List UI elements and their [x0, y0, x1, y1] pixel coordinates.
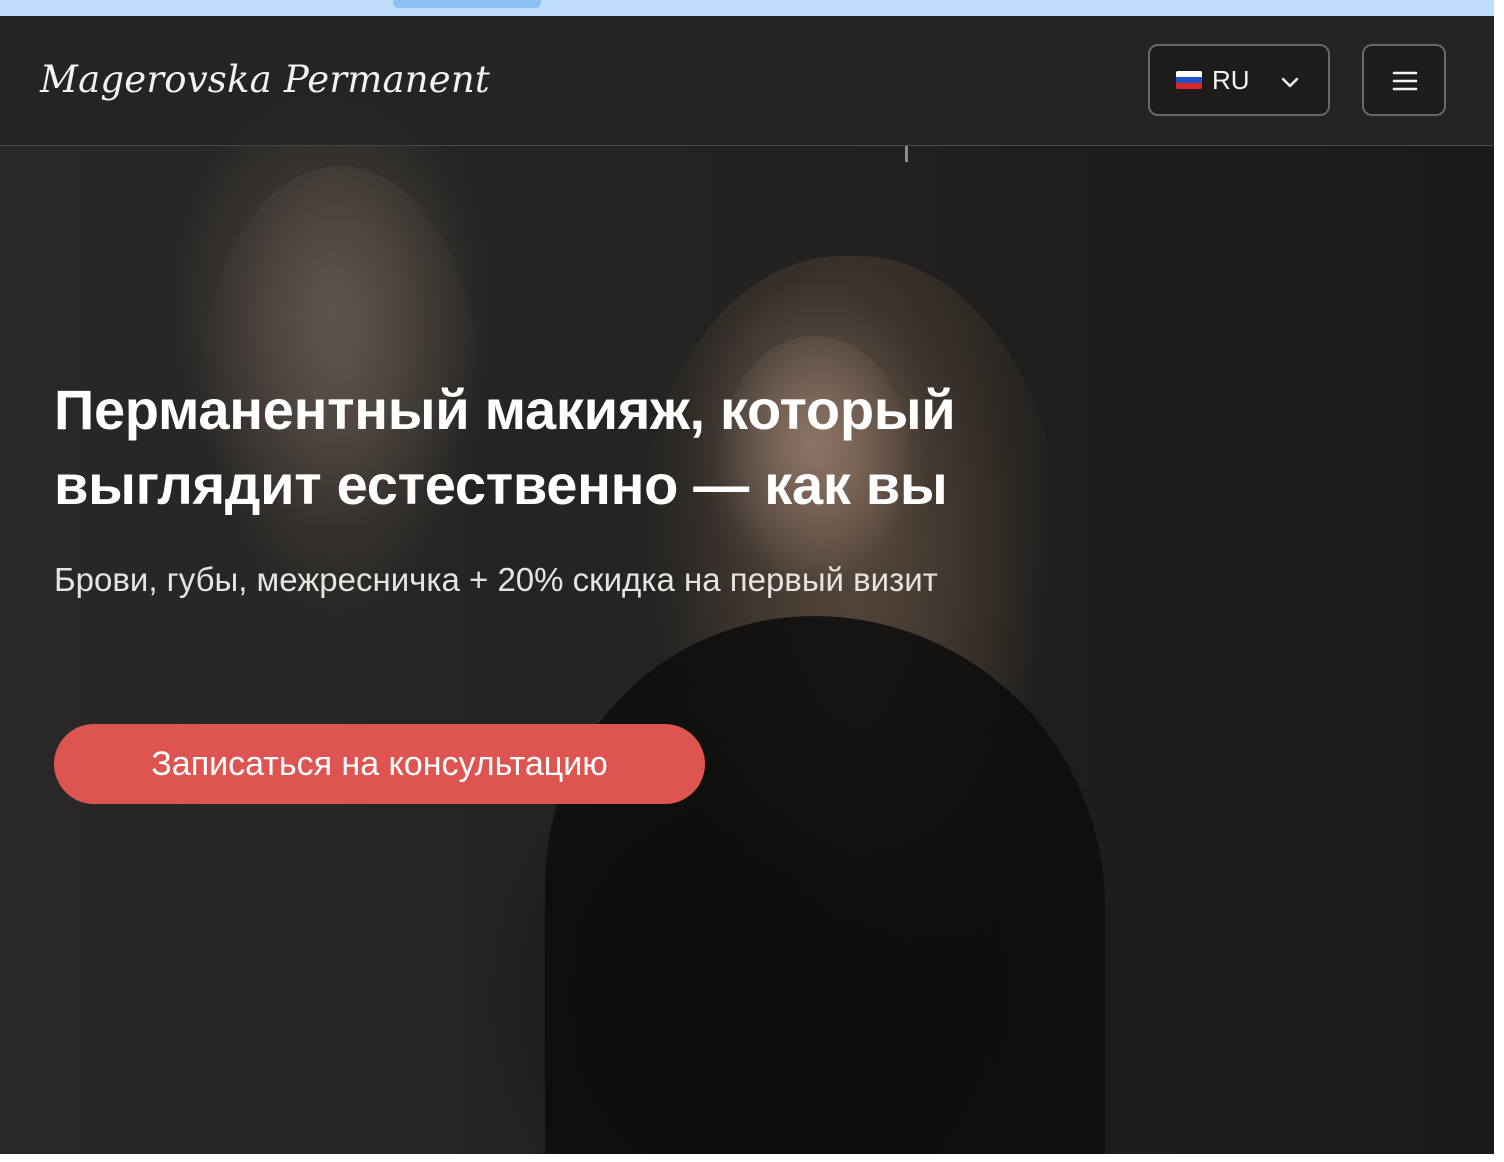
hero-title: Перманентный макияж, который выглядит ес…: [54, 372, 1054, 522]
hero-subtitle: Брови, губы, межресничка + 20% скидка на…: [54, 561, 938, 598]
window-bottom-edge: [0, 1154, 1504, 1162]
hero-background-mark: [905, 144, 908, 162]
chevron-down-icon: [1281, 77, 1299, 88]
menu-button[interactable]: [1362, 44, 1446, 116]
russia-flag-icon: [1176, 71, 1202, 89]
browser-tab-strip: [0, 0, 1494, 16]
hero-title-line-2: выглядит естественно — как вы: [54, 453, 948, 516]
language-label: RU: [1212, 64, 1250, 95]
book-consultation-button[interactable]: Записаться на консультацию: [54, 724, 705, 804]
language-select[interactable]: RU: [1148, 44, 1330, 116]
browser-active-tab-indicator[interactable]: [393, 0, 541, 8]
site-logo[interactable]: Magerovska Permanent: [40, 58, 490, 101]
page-scrollbar-track[interactable]: [1494, 16, 1504, 1154]
page: Magerovska Permanent RU Перманентный мак…: [0, 16, 1494, 1154]
site-header: Magerovska Permanent RU: [0, 16, 1494, 146]
hamburger-menu-icon: [1392, 71, 1418, 91]
hero-content: Перманентный макияж, который выглядит ес…: [54, 372, 1054, 608]
hero-title-line-1: Перманентный макияж, который: [54, 378, 956, 441]
